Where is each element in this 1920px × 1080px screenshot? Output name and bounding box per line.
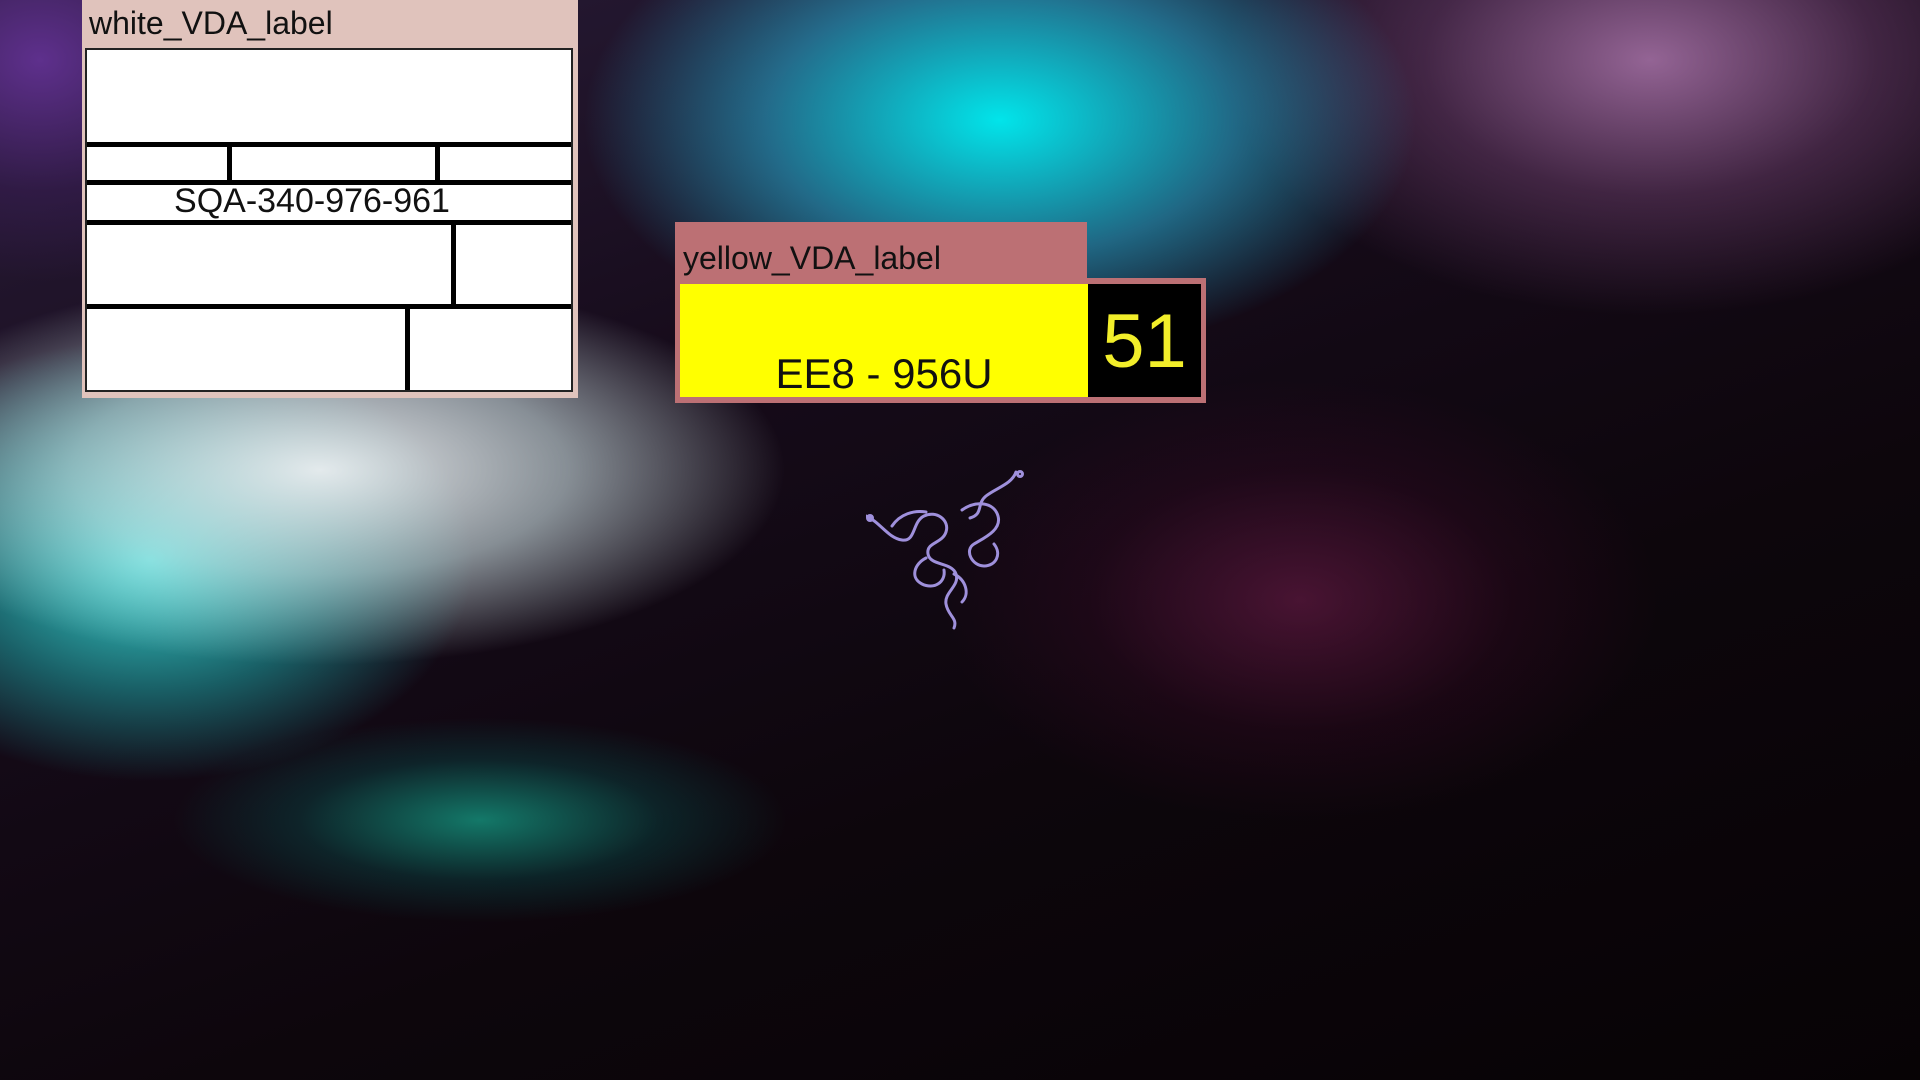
yellow-vda-label-window[interactable]: EE8 - 956U 51 — [675, 278, 1206, 403]
white-vda-label-title: white_VDA_label — [89, 5, 333, 41]
label-divider — [87, 304, 571, 309]
yellow-vda-label-titlebar[interactable]: yellow_VDA_label — [675, 222, 1087, 282]
yellow-number-box: 51 — [1088, 284, 1201, 397]
label-divider — [405, 304, 410, 390]
yellow-plate-text: EE8 - 956U — [775, 350, 993, 397]
white-label-code: SQA-340-976-961 — [174, 182, 450, 220]
yellow-number: 51 — [1102, 299, 1187, 384]
white-vda-label[interactable]: SQA-340-976-961 — [85, 48, 573, 392]
razer-snake-logo-icon — [866, 470, 1024, 630]
desktop-background: white_VDA_label SQA-340-976-961 yellow_V… — [0, 0, 1920, 1080]
yellow-vda-label-title: yellow_VDA_label — [683, 240, 941, 276]
white-vda-label-window[interactable]: white_VDA_label SQA-340-976-961 — [82, 0, 578, 398]
label-divider — [87, 142, 571, 147]
yellow-license-plate: EE8 - 956U — [680, 284, 1088, 397]
label-divider — [451, 220, 456, 306]
label-divider — [435, 142, 440, 182]
label-divider — [227, 142, 232, 182]
